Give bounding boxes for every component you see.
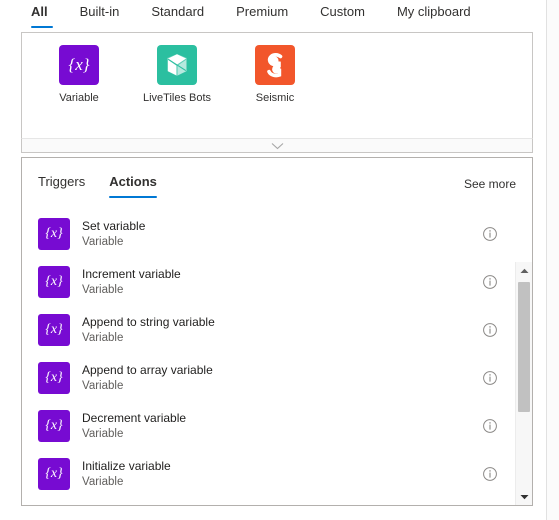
info-icon[interactable] <box>482 418 498 434</box>
action-list-item[interactable]: {x} Increment variable Variable <box>22 258 514 306</box>
action-list-item[interactable]: {x} Initialize variable Variable <box>22 450 514 498</box>
action-item-text: Decrement variable Variable <box>82 410 482 442</box>
category-tab-all[interactable]: All <box>31 0 62 28</box>
category-tab-premium[interactable]: Premium <box>236 0 302 20</box>
category-tab-my-clipboard[interactable]: My clipboard <box>397 0 485 20</box>
action-list-area: {x} Set variable Variable {x} Increment vari… <box>22 210 532 505</box>
action-item-title: Append to array variable <box>82 363 213 377</box>
category-tab-built-in[interactable]: Built-in <box>80 0 134 20</box>
action-item-text: Append to array variable Variable <box>82 362 482 394</box>
action-item-title: Increment variable <box>82 267 181 281</box>
action-list-scrollbar[interactable] <box>515 262 532 505</box>
variable-braces-icon: {x} <box>38 458 70 490</box>
action-item-text: Set variable Variable <box>82 218 482 250</box>
action-item-subtitle: Variable <box>82 428 124 440</box>
action-item-text: Initialize variable Variable <box>82 458 482 490</box>
sub-tab-triggers[interactable]: Triggers <box>38 174 85 198</box>
connector-tile-label: LiveTiles Bots <box>142 92 212 104</box>
info-icon[interactable] <box>482 226 498 242</box>
right-edge-filler <box>547 0 559 520</box>
connector-tile-label: Seismic <box>255 92 295 104</box>
action-item-text: Append to string variable Variable <box>82 314 482 346</box>
category-tab-custom[interactable]: Custom <box>320 0 379 20</box>
connector-tile-variable[interactable]: {x} Variable <box>44 45 114 105</box>
action-list-item[interactable]: {x} Append to string variable Variable <box>22 306 514 354</box>
see-more-link[interactable]: See more <box>464 176 516 192</box>
info-icon[interactable] <box>482 274 498 290</box>
variable-braces-icon: {x} <box>38 266 70 298</box>
sub-tab-bar: Triggers Actions See more <box>22 158 532 206</box>
livetiles-cube-icon <box>157 45 197 85</box>
info-icon[interactable] <box>482 322 498 338</box>
action-item-subtitle: Variable <box>82 284 124 296</box>
actions-panel: Triggers Actions See more {x} Set variable… <box>21 157 533 506</box>
chevron-down-icon <box>271 142 284 150</box>
info-icon[interactable] <box>482 370 498 386</box>
variable-braces-icon: {x} <box>38 218 70 250</box>
sub-tab-actions[interactable]: Actions <box>109 174 157 198</box>
category-tab-bar: All Built-in Standard Premium Custom My clipb… <box>0 0 559 30</box>
variable-braces-icon: {x} <box>59 45 99 85</box>
info-icon[interactable] <box>482 466 498 482</box>
scroll-down-arrow-icon[interactable] <box>516 488 532 505</box>
scroll-up-arrow-icon[interactable] <box>516 262 532 279</box>
category-tab-standard[interactable]: Standard <box>151 0 218 20</box>
action-list-item[interactable]: {x} Append to array variable Variable <box>22 354 514 402</box>
action-list-item[interactable]: {x} Decrement variable Variable <box>22 402 514 450</box>
action-item-subtitle: Variable <box>82 476 124 488</box>
connector-tile-label: Variable <box>59 92 99 104</box>
connector-tile-seismic[interactable]: Seismic <box>240 45 310 105</box>
action-item-title: Set variable <box>82 219 146 233</box>
action-item-subtitle: Variable <box>82 332 124 344</box>
connector-tile-list: {x} Variable LiveTiles Bots Seismic <box>22 33 532 105</box>
variable-braces-icon: {x} <box>38 362 70 394</box>
action-item-subtitle: Variable <box>82 380 124 392</box>
connectors-panel: {x} Variable LiveTiles Bots Seismic <box>21 32 533 138</box>
seismic-s-icon <box>255 45 295 85</box>
action-item-title: Decrement variable <box>82 411 187 425</box>
action-item-subtitle: Variable <box>82 236 124 248</box>
action-item-title: Initialize variable <box>82 459 171 473</box>
collapse-connectors-handle[interactable] <box>21 138 533 153</box>
variable-braces-icon: {x} <box>38 410 70 442</box>
action-item-title: Append to string variable <box>82 315 215 329</box>
action-item-text: Increment variable Variable <box>82 266 482 298</box>
action-list: {x} Set variable Variable {x} Increment vari… <box>22 210 514 498</box>
action-list-item[interactable]: {x} Set variable Variable <box>22 210 514 258</box>
connector-tile-livetiles-bots[interactable]: LiveTiles Bots <box>142 45 212 105</box>
scrollbar-thumb[interactable] <box>518 282 530 412</box>
variable-braces-icon: {x} <box>38 314 70 346</box>
